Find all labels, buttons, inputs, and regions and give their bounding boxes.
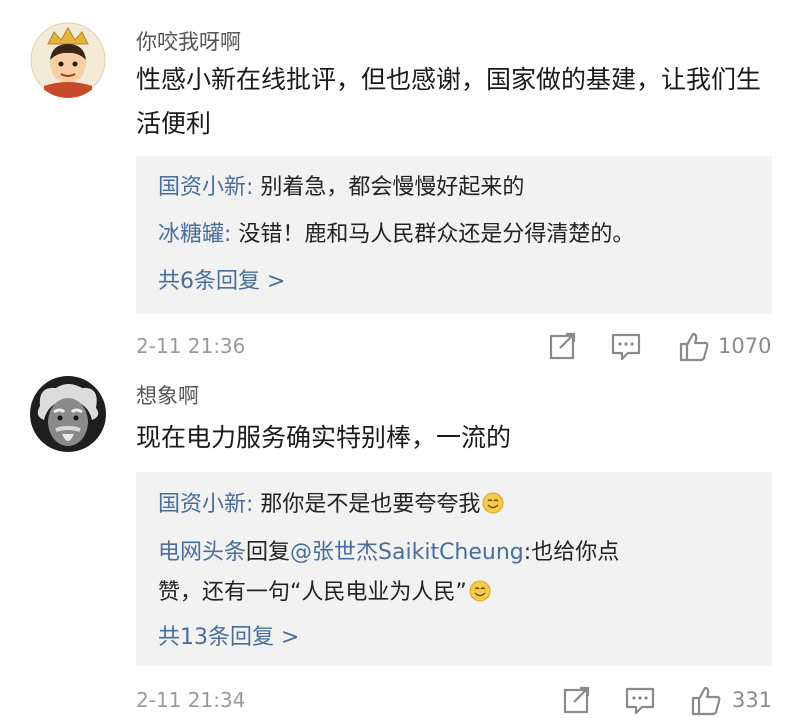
comment-item: 你咬我呀啊 性感小新在线批评，但也感谢，国家做的基建，让我们生活便利 国资小新:… <box>0 0 800 370</box>
like-count: 331 <box>732 688 773 712</box>
like-count: 1070 <box>718 334 772 358</box>
comment-icon[interactable] <box>624 684 658 720</box>
smile-emoji-icon <box>482 492 504 514</box>
reply-box[interactable]: 国资小新: 别着急，都会慢慢好起来的 冰糖罐: 没错！鹿和马人民群众还是分得清楚… <box>136 156 772 314</box>
reply-item: 电网头条回复@张世杰SaikitCheung:也给你点 赞，还有一句“人民电业为人… <box>158 540 620 605</box>
reply-item: 国资小新: 别着急，都会慢慢好起来的 <box>158 175 525 200</box>
comment-text: 性感小新在线批评，但也感谢，国家做的基建，让我们生活便利 <box>136 65 762 138</box>
share-icon[interactable] <box>548 330 580 366</box>
username[interactable]: 想象啊 <box>136 380 199 410</box>
reply-item: 国资小新: 那你是不是也要夸夸我 <box>158 485 758 525</box>
more-replies-link[interactable]: 共13条回复 > <box>158 618 758 658</box>
comment-time: 2-11 21:34 <box>136 688 246 712</box>
share-icon[interactable] <box>562 684 594 720</box>
reply-author[interactable]: 电网头条 <box>158 540 246 565</box>
comment-footer: 2-11 21:34 331 <box>136 684 776 720</box>
reply-author[interactable]: 冰糖罐 <box>158 222 224 247</box>
comment-icon[interactable] <box>610 330 644 366</box>
reply-author[interactable]: 国资小新 <box>158 492 246 517</box>
comment-time: 2-11 21:36 <box>136 334 246 358</box>
reply-text: 也给你点 <box>531 540 620 565</box>
reply-author[interactable]: 国资小新 <box>158 175 246 200</box>
more-replies-link[interactable]: 共6条回复 > <box>158 262 758 302</box>
thumbs-up-icon[interactable] <box>690 684 724 720</box>
mention-link[interactable]: @张世杰SaikitCheung <box>290 540 524 565</box>
comment-footer: 2-11 21:36 1070 <box>136 330 776 366</box>
reply-item: 冰糖罐: 没错！鹿和马人民群众还是分得清楚的。 <box>158 222 635 247</box>
username[interactable]: 你咬我呀啊 <box>136 26 241 56</box>
reply-text: 别着急，都会慢慢好起来的 <box>260 175 525 200</box>
reply-box[interactable]: 国资小新: 那你是不是也要夸夸我 电网头条回复@张世杰SaikitCheung:… <box>136 472 772 666</box>
reply-text: 那你是不是也要夸夸我 <box>260 492 481 517</box>
reply-text: 赞，还有一句“人民电业为人民” <box>158 580 467 605</box>
smile-emoji-icon <box>469 580 491 602</box>
comment-text: 现在电力服务确实特别棒，一流的 <box>136 423 512 452</box>
avatar[interactable] <box>30 376 106 452</box>
avatar[interactable] <box>30 22 106 98</box>
comment-item: 想象啊 现在电力服务确实特别棒，一流的 国资小新: 那你是不是也要夸夸我 电网头… <box>0 370 800 726</box>
thumbs-up-icon[interactable] <box>678 330 712 366</box>
reply-text: 没错！鹿和马人民群众还是分得清楚的。 <box>238 222 635 247</box>
